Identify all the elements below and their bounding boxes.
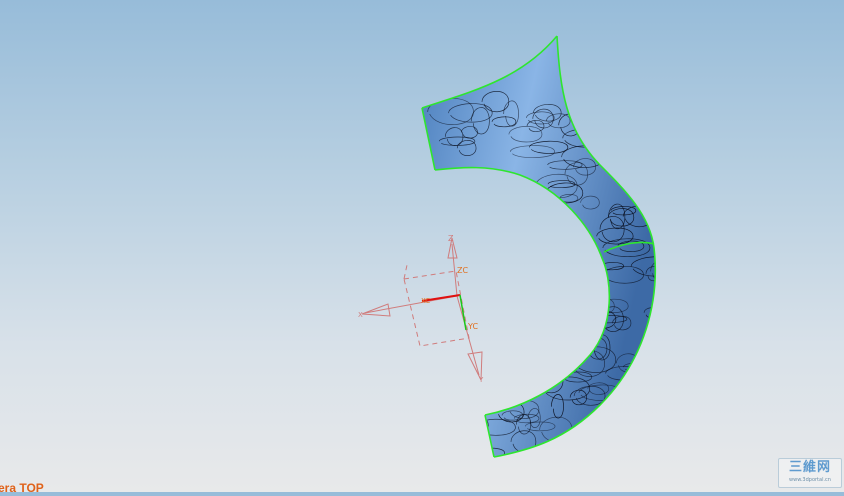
- zc-axis-label: ZC: [457, 266, 468, 275]
- site-watermark-logo: 三維网 www.3dportal.cn: [778, 458, 842, 488]
- x-axis-arrow: [361, 303, 391, 317]
- surface-body: [422, 36, 656, 457]
- wcs-triad[interactable]: Z X Y ZC XC YC: [358, 234, 484, 384]
- z-axis-label: Z: [448, 234, 454, 243]
- graphics-viewport[interactable]: Z X Y ZC XC YC era TOP 三維网 www.3dportal.…: [0, 0, 844, 495]
- model-canvas[interactable]: Z X Y ZC XC YC: [0, 0, 844, 492]
- watermark-title: 三維网: [788, 460, 831, 475]
- pipe-surface-model[interactable]: [421, 35, 679, 458]
- y-axis-label: Y: [478, 376, 484, 384]
- yc-axis-label: YC: [467, 322, 478, 331]
- x-axis-label: X: [358, 311, 363, 319]
- contour-line: [470, 420, 488, 436]
- triad-dashed-box: [403, 270, 470, 347]
- watermark-url: www.3dportal.cn: [789, 477, 831, 483]
- xc-axis-label: XC: [421, 297, 430, 305]
- y-axis-line: [456, 295, 480, 376]
- triad-dashed-edge: [403, 264, 408, 280]
- contour-line: [458, 415, 489, 435]
- yc-axis-line: [459, 294, 467, 331]
- view-name-label: era TOP: [0, 481, 44, 495]
